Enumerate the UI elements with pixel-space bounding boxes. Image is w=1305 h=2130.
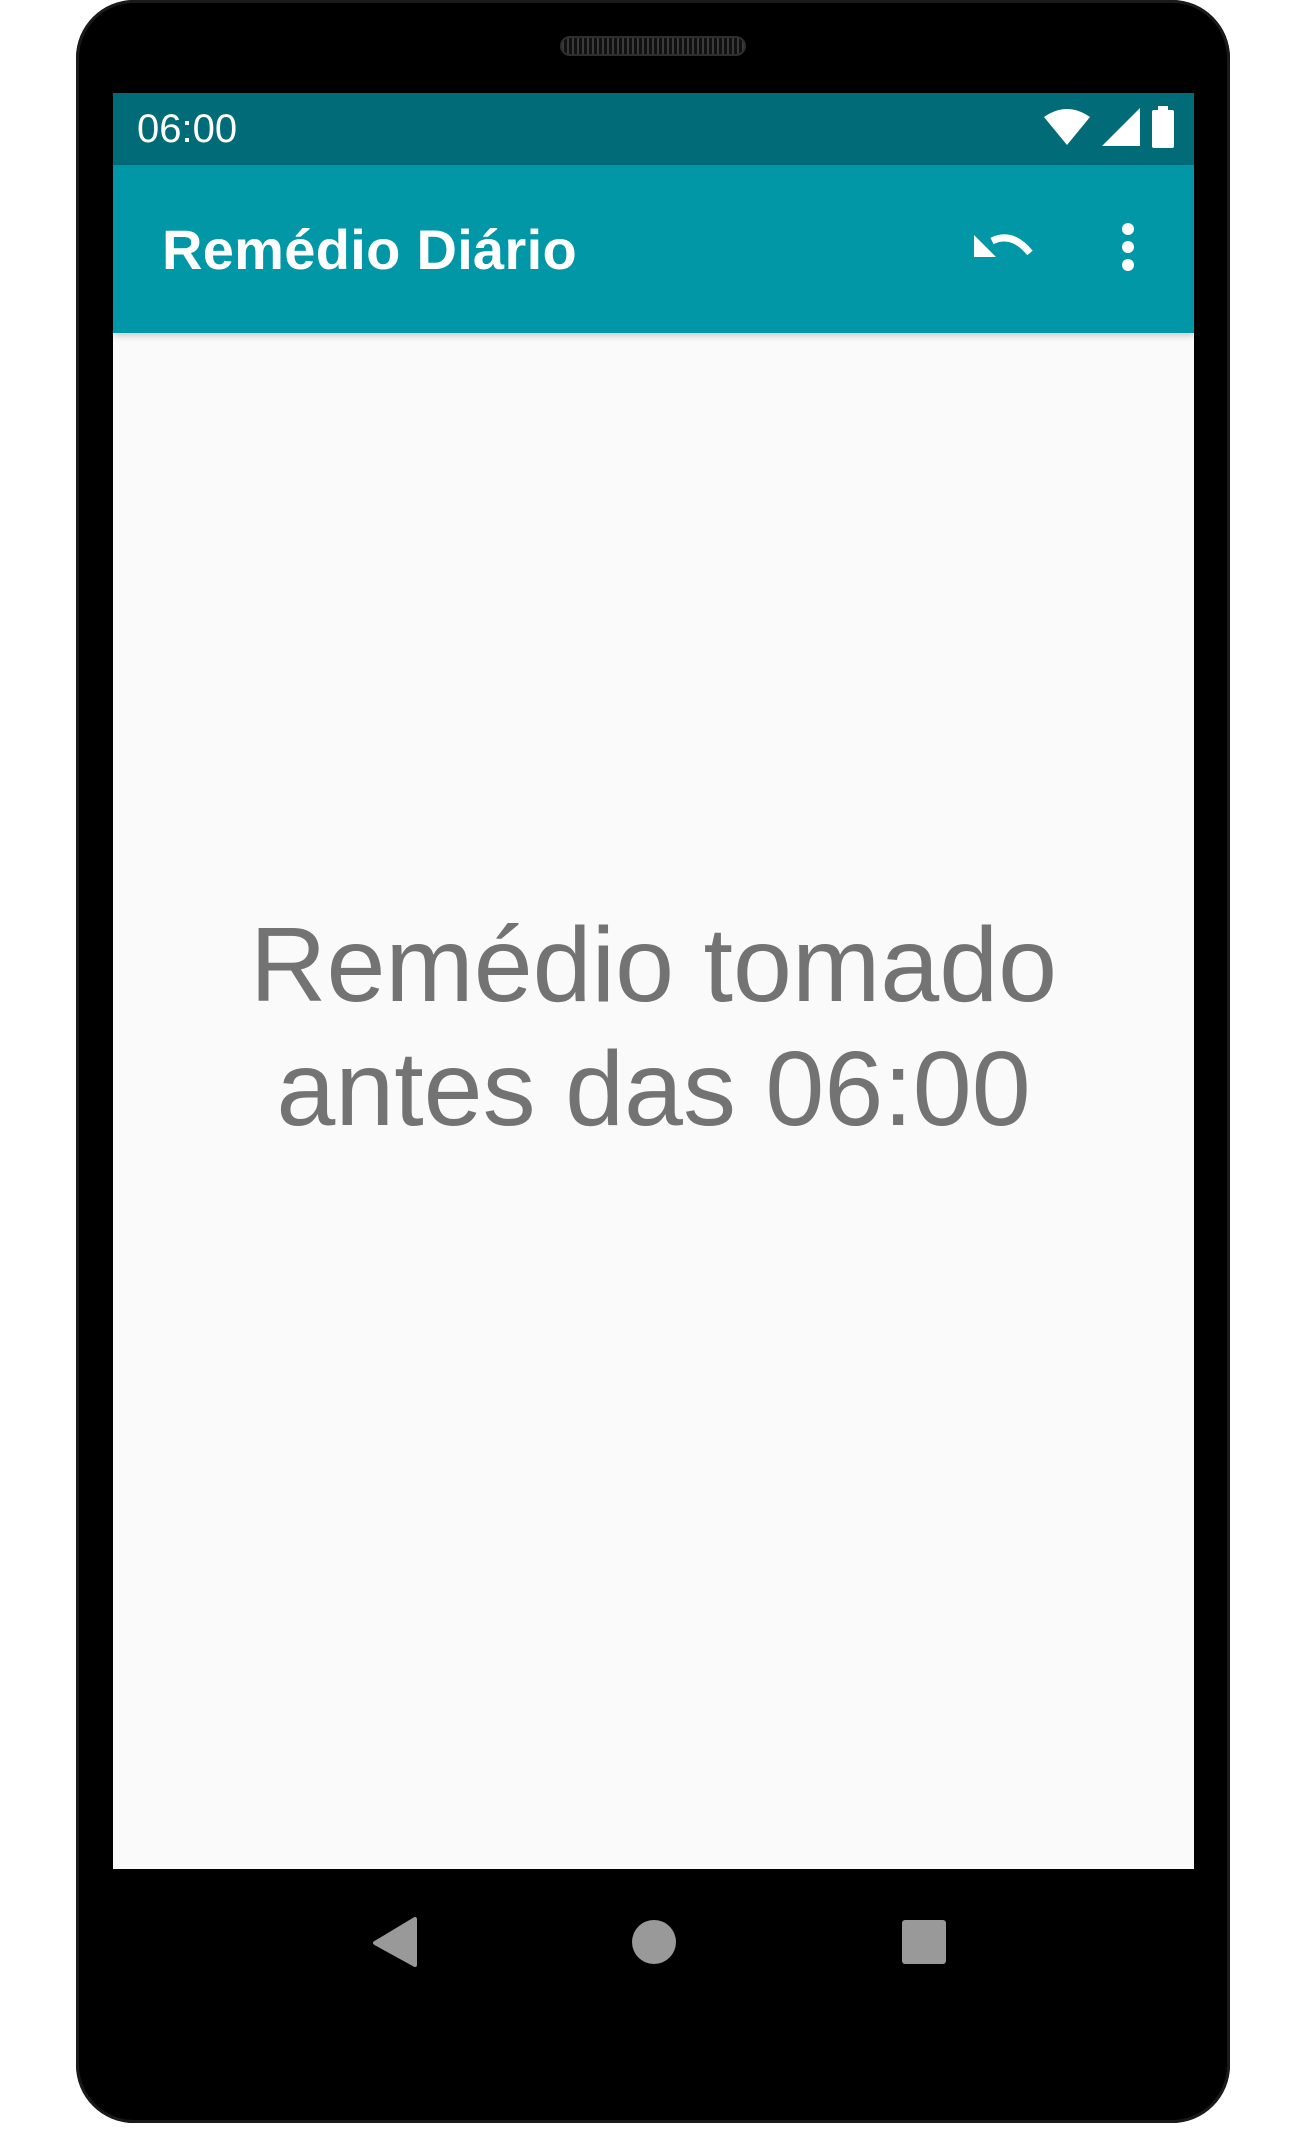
battery-icon [1152, 105, 1174, 153]
medicine-status-message: Remédio tomado antes das 06:00 [154, 903, 1154, 1151]
status-time: 06:00 [137, 107, 238, 151]
device-mockup: 06:00 Remédio Diário Remédio tomado ante… [0, 0, 1305, 2130]
main-content: Remédio tomado antes das 06:00 [113, 333, 1194, 1869]
status-bar: 06:00 [113, 93, 1194, 165]
cellular-signal-icon [1102, 107, 1140, 151]
undo-icon [972, 227, 1036, 272]
message-line-1: Remédio tomado [249, 906, 1058, 1024]
more-vert-icon [1121, 222, 1135, 277]
message-line-2: antes das 06:00 [276, 1030, 1031, 1148]
wifi-icon [1044, 108, 1090, 150]
navigation-bar [113, 1869, 1194, 2019]
status-icons [1044, 105, 1174, 153]
home-icon [631, 1919, 677, 1970]
app-bar: Remédio Diário [113, 165, 1194, 333]
screen: 06:00 Remédio Diário Remédio tomado ante… [113, 93, 1194, 1869]
app-title: Remédio Diário [162, 218, 577, 281]
undo-button[interactable] [960, 205, 1048, 293]
back-button[interactable] [349, 1899, 439, 1989]
recents-icon [901, 1919, 947, 1970]
earpiece-speaker [560, 36, 746, 56]
home-button[interactable] [609, 1899, 699, 1989]
back-icon [371, 1916, 417, 1972]
recents-button[interactable] [879, 1899, 969, 1989]
more-options-button[interactable] [1084, 205, 1172, 293]
